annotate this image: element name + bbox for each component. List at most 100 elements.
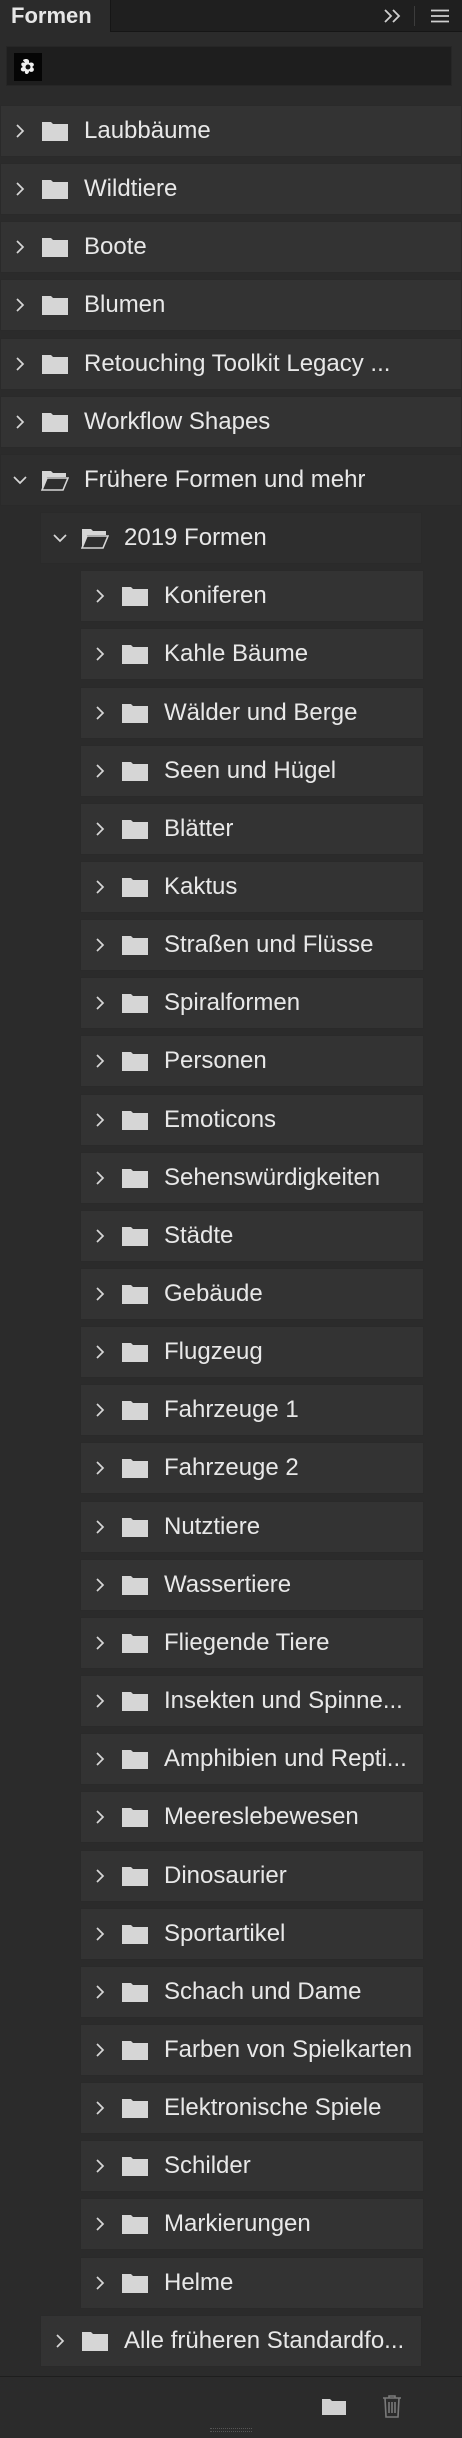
folder-label: Dinosaurier: [164, 1862, 287, 1889]
chevron-right-icon[interactable]: [89, 934, 111, 956]
chevron-right-icon[interactable]: [89, 1574, 111, 1596]
chevron-right-icon[interactable]: [89, 2097, 111, 2119]
folder-row[interactable]: Amphibien und Repti...: [80, 1733, 424, 1785]
chevron-right-icon[interactable]: [89, 992, 111, 1014]
chevron-right-icon[interactable]: [49, 2330, 71, 2352]
chevron-right-icon[interactable]: [89, 1050, 111, 1072]
shape-thumbnail[interactable]: [14, 53, 42, 81]
shape-preview-bar[interactable]: [6, 46, 452, 86]
hamburger-menu-icon[interactable]: [425, 0, 455, 32]
chevron-right-icon[interactable]: [89, 1923, 111, 1945]
chevron-right-icon[interactable]: [89, 1690, 111, 1712]
chevron-right-icon[interactable]: [9, 353, 31, 375]
tab-formen[interactable]: Formen: [0, 0, 111, 32]
folder-row[interactable]: Gebäude: [80, 1268, 424, 1320]
folder-icon: [121, 1282, 149, 1306]
chevron-right-icon[interactable]: [89, 1632, 111, 1654]
chevron-right-icon[interactable]: [9, 294, 31, 316]
folder-row[interactable]: Koniferen: [80, 570, 424, 622]
chevron-right-icon[interactable]: [89, 1225, 111, 1247]
folder-row[interactable]: Kaktus: [80, 861, 424, 913]
chevron-right-icon[interactable]: [89, 1283, 111, 1305]
folder-icon: [121, 1515, 149, 1539]
open-folder-icon: [41, 468, 69, 492]
chevron-right-icon[interactable]: [89, 1341, 111, 1363]
chevron-right-icon[interactable]: [9, 411, 31, 433]
chevron-right-icon[interactable]: [89, 876, 111, 898]
folder-row[interactable]: Alle früheren Standardfo...: [40, 2315, 422, 2367]
folder-icon: [121, 1631, 149, 1655]
folder-icon: [121, 991, 149, 1015]
chevron-right-icon[interactable]: [89, 1516, 111, 1538]
folder-row[interactable]: Schilder: [80, 2140, 424, 2192]
folder-row[interactable]: Wassertiere: [80, 1559, 424, 1611]
chevron-right-icon[interactable]: [89, 818, 111, 840]
chevron-right-icon[interactable]: [89, 1457, 111, 1479]
folder-row[interactable]: 2019 Formen: [40, 512, 422, 564]
folder-row[interactable]: Dinosaurier: [80, 1850, 424, 1902]
folder-row[interactable]: Farben von Spielkarten: [80, 2024, 424, 2076]
folder-row[interactable]: Personen: [80, 1035, 424, 1087]
folder-label: Workflow Shapes: [84, 408, 271, 435]
chevron-right-icon[interactable]: [89, 1981, 111, 2003]
folder-label: Amphibien und Repti...: [164, 1745, 407, 1772]
folder-row[interactable]: Insekten und Spinne...: [80, 1675, 424, 1727]
double-chevron-right-icon[interactable]: [379, 0, 407, 32]
folder-row[interactable]: Kahle Bäume: [80, 628, 424, 680]
chevron-right-icon[interactable]: [89, 585, 111, 607]
folder-icon: [121, 875, 149, 899]
chevron-right-icon[interactable]: [89, 760, 111, 782]
folder-row[interactable]: Straßen und Flüsse: [80, 919, 424, 971]
chevron-right-icon[interactable]: [89, 2155, 111, 2177]
folder-row[interactable]: Schach und Dame: [80, 1966, 424, 2018]
chevron-right-icon[interactable]: [89, 1167, 111, 1189]
folder-row[interactable]: Boote: [0, 221, 462, 273]
folder-label: Laubbäume: [84, 117, 211, 144]
folder-row[interactable]: Seen und Hügel: [80, 745, 424, 797]
folder-row[interactable]: Wälder und Berge: [80, 687, 424, 739]
folder-row[interactable]: Emoticons: [80, 1094, 424, 1146]
folder-icon: [41, 410, 69, 434]
chevron-right-icon[interactable]: [89, 1865, 111, 1887]
chevron-right-icon[interactable]: [89, 1806, 111, 1828]
folder-label: Spiralformen: [164, 989, 301, 1016]
chevron-right-icon[interactable]: [89, 1399, 111, 1421]
chevron-right-icon[interactable]: [89, 1109, 111, 1131]
folder-row[interactable]: Elektronische Spiele: [80, 2082, 424, 2134]
resize-grip[interactable]: [210, 2428, 252, 2432]
folder-row[interactable]: Blumen: [0, 279, 462, 331]
folder-row[interactable]: Frühere Formen und mehr: [0, 454, 462, 506]
folder-row[interactable]: Sehenswürdigkeiten: [80, 1152, 424, 1204]
folder-icon: [121, 701, 149, 725]
chevron-down-icon[interactable]: [9, 469, 31, 491]
folder-row[interactable]: Nutztiere: [80, 1501, 424, 1553]
folder-row[interactable]: Fahrzeuge 2: [80, 1442, 424, 1494]
chevron-right-icon[interactable]: [89, 1748, 111, 1770]
folder-row[interactable]: Workflow Shapes: [0, 396, 462, 448]
folder-row[interactable]: Blätter: [80, 803, 424, 855]
folder-row[interactable]: Fahrzeuge 1: [80, 1384, 424, 1436]
folder-row[interactable]: Wildtiere: [0, 163, 462, 215]
folder-row[interactable]: Fliegende Tiere: [80, 1617, 424, 1669]
folder-row[interactable]: Städte: [80, 1210, 424, 1262]
folder-label: Schach und Dame: [164, 1978, 362, 2005]
chevron-right-icon[interactable]: [89, 643, 111, 665]
chevron-right-icon[interactable]: [89, 2039, 111, 2061]
folder-row[interactable]: Flugzeug: [80, 1326, 424, 1378]
chevron-right-icon[interactable]: [9, 178, 31, 200]
folder-row[interactable]: Spiralformen: [80, 977, 424, 1029]
chevron-right-icon[interactable]: [9, 236, 31, 258]
chevron-down-icon[interactable]: [49, 527, 71, 549]
folder-row[interactable]: Markierungen: [80, 2198, 424, 2250]
folder-row[interactable]: Helme: [80, 2257, 424, 2309]
chevron-right-icon[interactable]: [89, 2272, 111, 2294]
trash-icon[interactable]: [375, 2389, 409, 2423]
folder-row[interactable]: Retouching Toolkit Legacy ...: [0, 338, 462, 390]
chevron-right-icon[interactable]: [9, 120, 31, 142]
folder-row[interactable]: Laubbäume: [0, 105, 462, 157]
chevron-right-icon[interactable]: [89, 2213, 111, 2235]
folder-row[interactable]: Meereslebewesen: [80, 1791, 424, 1843]
new-folder-icon[interactable]: [317, 2389, 351, 2423]
chevron-right-icon[interactable]: [89, 702, 111, 724]
folder-row[interactable]: Sportartikel: [80, 1908, 424, 1960]
